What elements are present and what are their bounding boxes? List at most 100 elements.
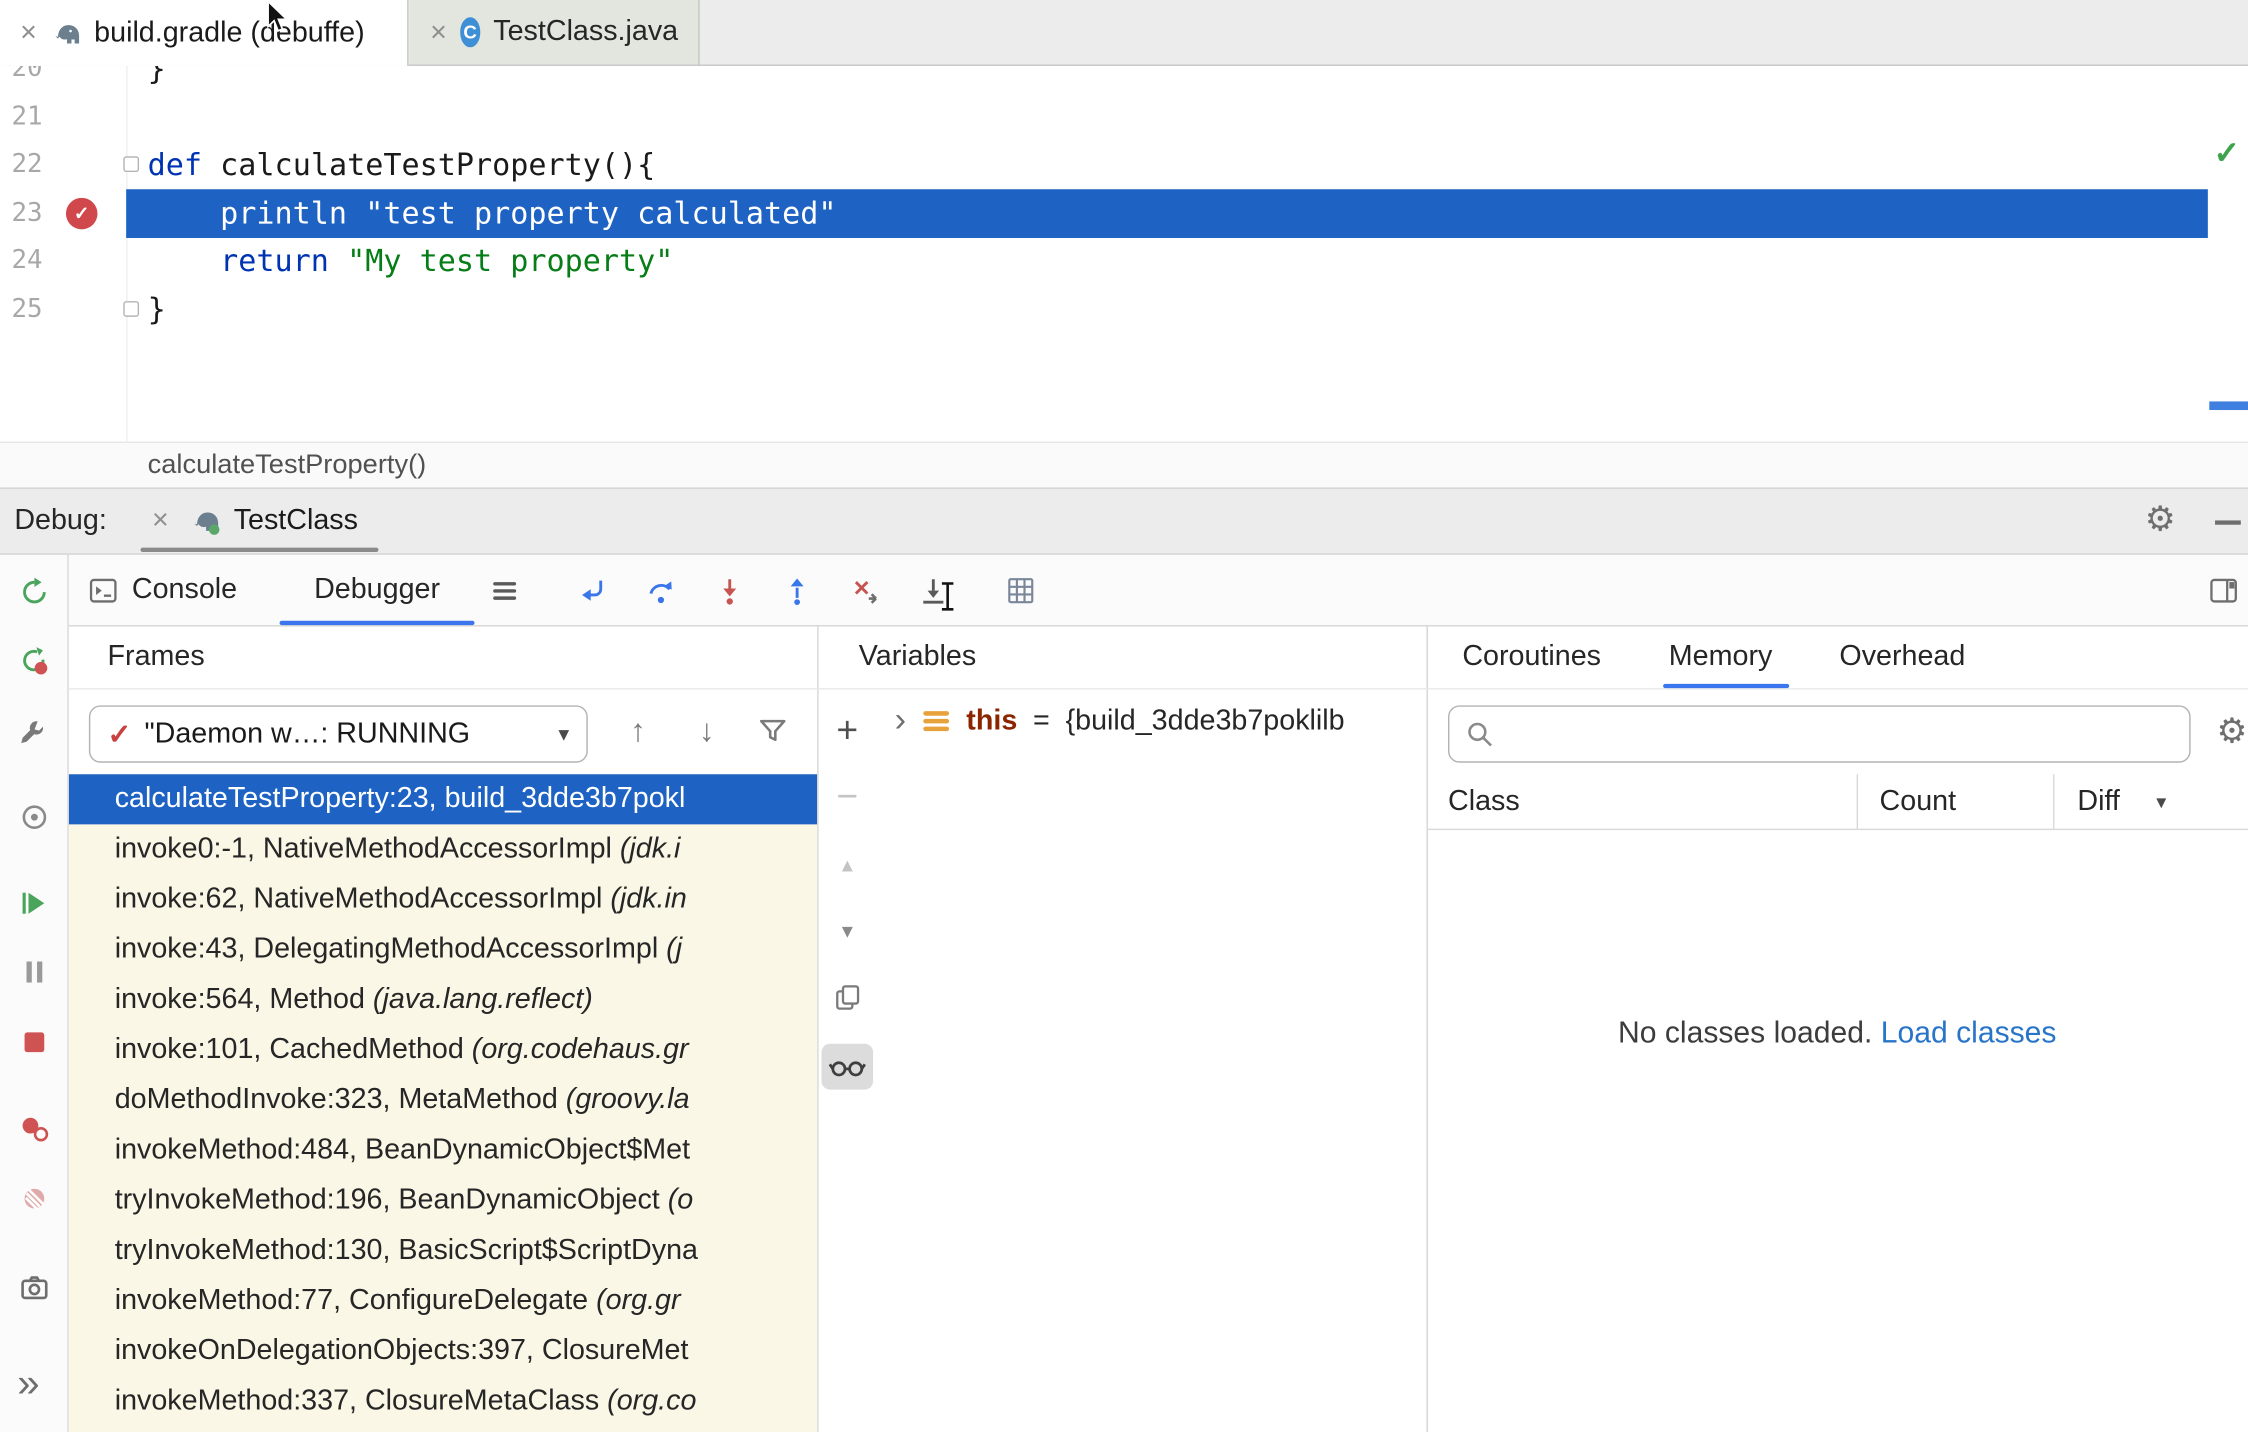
- stop-icon[interactable]: [19, 1027, 51, 1059]
- tab-label: Console: [131, 573, 238, 606]
- tab-console[interactable]: Console: [89, 555, 237, 625]
- pane-header-divider: [68, 688, 2248, 690]
- debug-header: Debug: × TestClass ⚙: [0, 487, 2248, 555]
- view-breakpoints-icon[interactable]: [19, 1113, 51, 1145]
- load-classes-link[interactable]: Load classes: [1881, 1016, 2057, 1049]
- tab-coroutines[interactable]: Coroutines: [1462, 627, 1601, 689]
- thread-dropdown[interactable]: ✓ "Daemon w…: RUNNING ▾: [88, 705, 588, 763]
- thread-dump-camera-icon[interactable]: [19, 1272, 51, 1304]
- evaluate-table-icon[interactable]: [1004, 573, 1038, 607]
- scrollbar-marker[interactable]: [2209, 401, 2248, 411]
- step-into-icon[interactable]: [713, 573, 747, 607]
- column-header-count[interactable]: Count: [1880, 774, 1957, 828]
- step-out-icon[interactable]: [780, 573, 814, 607]
- empty-text: No classes loaded.: [1617, 1016, 1873, 1050]
- breakpoint-icon[interactable]: ✓: [65, 197, 98, 230]
- tab-build-gradle[interactable]: × build.gradle (debuffe): [0, 0, 409, 66]
- more-chevron-icon[interactable]: »: [17, 1361, 39, 1407]
- remove-watch-icon[interactable]: −: [830, 773, 864, 816]
- close-session-icon[interactable]: ×: [152, 489, 169, 554]
- session-tab-underline: [140, 547, 379, 552]
- filter-frames-icon[interactable]: [756, 714, 790, 748]
- column-header-diff[interactable]: Diff: [2077, 774, 2119, 828]
- memory-search-box[interactable]: [1448, 705, 2191, 763]
- memory-search-input[interactable]: [1506, 717, 2175, 751]
- rerun-icon[interactable]: [19, 576, 51, 608]
- code-line: return "My test property": [220, 243, 674, 279]
- show-watches-toggle[interactable]: [821, 1043, 874, 1090]
- text-cursor-pointer: [941, 582, 954, 611]
- breadcrumb[interactable]: calculateTestProperty(): [148, 443, 427, 489]
- frame-row[interactable]: invoke:62, NativeMethodAccessorImpl (jdk…: [69, 875, 817, 925]
- java-class-icon: C: [459, 17, 481, 48]
- memory-empty-state: No classes loaded. Load classes: [1427, 1016, 2248, 1050]
- frame-row[interactable]: invokeMethod:337, ClosureMetaClass (org.…: [69, 1376, 817, 1426]
- eye-icon[interactable]: [19, 801, 51, 833]
- debug-left-toolbar: »: [0, 554, 69, 1432]
- drop-frame-icon[interactable]: [849, 573, 883, 607]
- step-over-icon[interactable]: [644, 573, 678, 607]
- previous-frame-icon[interactable]: ↑: [621, 713, 655, 749]
- pane-divider[interactable]: [817, 626, 819, 1432]
- tab-memory[interactable]: Memory: [1669, 627, 1773, 689]
- frame-row[interactable]: calculateTestProperty:23, build_3dde3b7p…: [68, 774, 818, 825]
- thread-dropdown-value: "Daemon w…: RUNNING: [144, 717, 471, 750]
- gear-icon[interactable]: ⚙: [2216, 715, 2247, 749]
- frame-row[interactable]: tryInvokeMethod:196, BeanDynamicObject (…: [69, 1176, 817, 1226]
- column-divider[interactable]: [1856, 774, 1859, 829]
- mute-breakpoints-icon[interactable]: [19, 1183, 51, 1215]
- frame-row[interactable]: tryInvokeMethod:130, BasicScript$ScriptD…: [69, 1226, 817, 1276]
- resume-icon[interactable]: [19, 887, 51, 919]
- debugger-toolbar: Console Debugger: [68, 554, 2248, 627]
- frame-row[interactable]: doMethodInvoke:323, MetaMethod (groovy.l…: [69, 1075, 817, 1125]
- layout-settings-icon[interactable]: [2206, 573, 2240, 607]
- move-down-icon[interactable]: ▼: [830, 913, 864, 947]
- frame-row[interactable]: invokeMethod:484, BeanDynamicObject$Met: [69, 1125, 817, 1175]
- close-tab-icon[interactable]: ×: [20, 19, 37, 48]
- settings-wrench-icon[interactable]: [19, 717, 51, 749]
- fold-marker-icon[interactable]: [123, 156, 140, 173]
- fold-marker-icon[interactable]: [123, 301, 140, 317]
- debugger-panes: Frames ✓ "Daemon w…: RUNNING ▾ ↑ ↓ calcu…: [68, 626, 2248, 1432]
- add-watch-icon[interactable]: +: [830, 708, 864, 751]
- frame-row[interactable]: invokeMethod:77, ConfigureDelegate (org.…: [69, 1276, 817, 1326]
- tab-overhead[interactable]: Overhead: [1839, 627, 1965, 689]
- hide-icon[interactable]: [2215, 520, 2241, 525]
- code-editor[interactable]: 20 } 21 22 def calculateTestProperty(){ …: [0, 65, 2248, 442]
- gear-icon[interactable]: ⚙: [2145, 503, 2176, 537]
- gradle-icon: [54, 25, 79, 44]
- column-header-class[interactable]: Class: [1448, 774, 1520, 828]
- session-tab-label[interactable]: TestClass: [234, 489, 358, 554]
- sort-chevron-icon[interactable]: ▾: [2156, 774, 2166, 828]
- tab-debugger[interactable]: Debugger: [279, 555, 475, 626]
- next-frame-icon[interactable]: ↓: [690, 713, 724, 749]
- frame-row[interactable]: invoke:43, DelegatingMethodAccessorImpl …: [69, 925, 817, 975]
- gradle-icon: [194, 512, 220, 535]
- tab-label: build.gradle (debuffe): [94, 16, 365, 49]
- tab-testclass-java[interactable]: × C TestClass.java: [410, 0, 700, 65]
- frame-row[interactable]: invoke:564, Method (java.lang.reflect): [69, 975, 817, 1025]
- search-icon: [1468, 722, 1492, 747]
- duplicate-watch-icon[interactable]: [830, 981, 864, 1015]
- show-execution-point-icon[interactable]: [575, 573, 609, 607]
- active-tab-underline: [1663, 683, 1790, 689]
- thread-status-check-icon: ✓: [107, 718, 132, 751]
- code-line: println "test property calculated": [220, 196, 837, 231]
- variable-value: {build_3dde3b7poklilb: [1065, 704, 1345, 737]
- line-number: 25: [11, 293, 43, 325]
- close-tab-icon[interactable]: ×: [430, 18, 447, 47]
- move-up-icon[interactable]: ▲: [830, 847, 864, 881]
- editor-tab-bar: × build.gradle (debuffe) × C TestClass.j…: [0, 0, 2248, 66]
- frames-list[interactable]: calculateTestProperty:23, build_3dde3b7p…: [68, 774, 818, 1432]
- variable-row-this[interactable]: › this = {build_3dde3b7poklilb: [895, 697, 1425, 746]
- line-number: 22: [11, 149, 43, 180]
- table-header-divider: [1426, 828, 2248, 831]
- expand-chevron-icon[interactable]: ›: [895, 701, 906, 741]
- threads-view-icon[interactable]: [487, 573, 521, 607]
- column-divider[interactable]: [2053, 774, 2055, 829]
- pause-icon[interactable]: [19, 956, 51, 988]
- frame-row[interactable]: invoke:101, CachedMethod (org.codehaus.g…: [69, 1025, 817, 1075]
- frame-row[interactable]: invokeOnDelegationObjects:397, ClosureMe…: [69, 1326, 817, 1376]
- rerun-failed-icon[interactable]: [19, 645, 51, 677]
- frame-row[interactable]: invoke0:-1, NativeMethodAccessorImpl (jd…: [69, 824, 817, 874]
